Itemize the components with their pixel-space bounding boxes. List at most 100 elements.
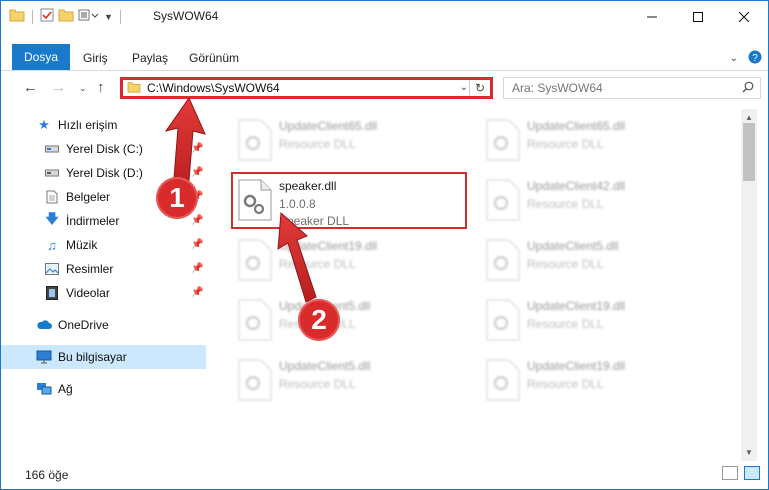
file-description: Resource DLL xyxy=(527,377,604,391)
expand-ribbon-icon[interactable]: ⌄ xyxy=(730,53,738,64)
dll-file-icon xyxy=(486,239,520,281)
tab-file[interactable]: Dosya xyxy=(12,44,70,70)
vertical-scrollbar[interactable]: ▲ ▼ xyxy=(741,109,757,461)
file-name: UpdateClient42.dll xyxy=(527,179,626,193)
view-switcher xyxy=(722,466,760,480)
file-item[interactable]: UpdateClient42.dll Resource DLL xyxy=(479,173,711,227)
folder-icon xyxy=(127,81,141,96)
navigation-bar: ← → ⌄ ↑ C:\Windows\SysWOW64 ⌄ ↻ Ara: Sys… xyxy=(1,71,768,105)
help-icon[interactable]: ? xyxy=(748,50,762,67)
highlight-box-speaker-dll xyxy=(231,172,467,229)
search-placeholder[interactable]: Ara: SysWOW64 xyxy=(512,81,603,95)
window-title: SysWOW64 xyxy=(153,9,219,23)
pin-icon[interactable]: 📌 xyxy=(191,239,203,250)
customize-toolbar-icon[interactable] xyxy=(78,8,100,25)
sidebar-item-label: OneDrive xyxy=(58,318,109,332)
sidebar-item-label: Yerel Disk (C:) xyxy=(66,142,143,156)
pin-icon[interactable]: 📌 xyxy=(191,263,203,274)
forward-arrow-icon[interactable]: → xyxy=(51,79,66,96)
address-bar[interactable]: C:\Windows\SysWOW64 ⌄ ↻ xyxy=(120,77,493,99)
dll-file-icon xyxy=(238,239,272,281)
address-path[interactable]: C:\Windows\SysWOW64 xyxy=(147,81,280,95)
dll-file-icon xyxy=(486,359,520,401)
file-name: UpdateClient65.dll xyxy=(527,119,626,133)
sidebar-item-music[interactable]: ♫ Müzik 📌 xyxy=(1,233,206,257)
item-count: 166 öğe xyxy=(25,468,69,482)
sidebar-item-label: Ağ xyxy=(58,382,73,396)
documents-icon xyxy=(44,189,60,205)
file-name: UpdateClient5.dll xyxy=(279,359,371,373)
dll-file-icon xyxy=(238,299,272,341)
file-item[interactable]: UpdateClient5.dll Resource DLL xyxy=(231,353,463,407)
sidebar-item-onedrive[interactable]: OneDrive xyxy=(1,313,206,337)
file-description: Resource DLL xyxy=(527,257,604,271)
large-icons-view-icon[interactable] xyxy=(744,466,760,480)
pin-icon[interactable]: 📌 xyxy=(191,287,203,298)
sidebar-item-quick-access[interactable]: ★ Hızlı erişim xyxy=(1,113,206,137)
file-name: UpdateClient19.dll xyxy=(279,239,378,253)
file-name: UpdateClient5.dll xyxy=(527,239,619,253)
download-icon: 🡇 xyxy=(45,211,59,226)
sidebar-item-pictures[interactable]: Resimler 📌 xyxy=(1,257,206,281)
sidebar-item-this-pc[interactable]: Bu bilgisayar xyxy=(1,345,206,369)
scroll-thumb[interactable] xyxy=(743,123,755,181)
star-icon: ★ xyxy=(38,117,50,132)
step-1-badge: 1 xyxy=(156,177,198,219)
pin-icon[interactable]: 📌 xyxy=(191,215,203,226)
pin-icon[interactable]: 📌 xyxy=(191,143,203,154)
computer-icon xyxy=(36,349,52,365)
qat-dropdown-icon[interactable]: ▼ xyxy=(104,12,113,22)
file-item[interactable]: UpdateClient5.dll Resource DLL xyxy=(479,233,711,287)
network-icon xyxy=(36,381,52,397)
toolbar-divider xyxy=(32,9,33,24)
sidebar-item-label: İndirmeler xyxy=(66,214,120,228)
file-description: Resource DLL xyxy=(279,377,356,391)
dll-file-icon xyxy=(486,299,520,341)
search-box[interactable]: Ara: SysWOW64 xyxy=(503,77,761,99)
music-icon: ♫ xyxy=(47,237,57,253)
refresh-icon[interactable]: ↻ xyxy=(469,80,490,96)
tab-view[interactable]: Görünüm xyxy=(189,46,239,70)
title-bar: ▼ SysWOW64 xyxy=(1,1,768,32)
address-dropdown-icon[interactable]: ⌄ xyxy=(460,82,468,93)
details-view-icon[interactable] xyxy=(722,466,738,480)
ribbon-controls: ⌄ ? xyxy=(730,50,762,67)
sidebar-item-label: Hızlı erişim xyxy=(58,118,118,132)
back-arrow-icon[interactable]: ← xyxy=(23,79,38,96)
toolbar-divider xyxy=(119,9,121,24)
close-button[interactable] xyxy=(721,1,767,32)
ribbon-tabs: Dosya Giriş Paylaş Görünüm ⌄ ? xyxy=(1,44,768,71)
file-item[interactable]: UpdateClient65.dll Resource DLL xyxy=(231,113,463,167)
file-description: Resource DLL xyxy=(279,257,356,271)
file-item[interactable]: UpdateClient65.dll Resource DLL xyxy=(479,113,711,167)
pictures-icon xyxy=(44,261,60,277)
navigation-pane: ★ Hızlı erişim Yerel Disk (C:) 📌 Yerel D… xyxy=(1,109,206,461)
sidebar-item-videos[interactable]: Videolar 📌 xyxy=(1,281,206,305)
file-item[interactable]: UpdateClient19.dll Resource DLL xyxy=(231,233,463,287)
tab-share[interactable]: Paylaş xyxy=(132,46,168,70)
sidebar-item-label: Resimler xyxy=(66,262,114,276)
drive-icon xyxy=(44,165,60,181)
file-item[interactable]: UpdateClient19.dll Resource DLL xyxy=(479,353,711,407)
sidebar-item-label: Yerel Disk (D:) xyxy=(66,166,143,180)
scroll-down-icon[interactable]: ▼ xyxy=(745,448,753,457)
folder-icon xyxy=(9,8,25,25)
sidebar-item-label: Belgeler xyxy=(66,190,111,204)
up-arrow-icon[interactable]: ↑ xyxy=(97,79,105,96)
cloud-icon xyxy=(36,317,52,333)
file-item[interactable]: UpdateClient5.dll Resource DLL xyxy=(231,293,463,347)
scroll-up-icon[interactable]: ▲ xyxy=(745,113,753,122)
recent-locations-icon[interactable]: ⌄ xyxy=(79,83,87,94)
minimize-button[interactable] xyxy=(629,1,675,32)
maximize-button[interactable] xyxy=(675,1,721,32)
tab-home[interactable]: Giriş xyxy=(83,46,108,70)
sidebar-item-disk-c[interactable]: Yerel Disk (C:) 📌 xyxy=(1,137,206,161)
pin-icon[interactable]: 📌 xyxy=(191,167,203,178)
svg-text:?: ? xyxy=(752,53,758,64)
properties-icon[interactable] xyxy=(40,8,54,25)
file-name: UpdateClient19.dll xyxy=(527,299,626,313)
sidebar-item-network[interactable]: Ağ xyxy=(1,377,206,401)
new-folder-icon[interactable] xyxy=(58,8,74,25)
sidebar-item-label: Bu bilgisayar xyxy=(58,350,127,364)
file-item[interactable]: UpdateClient19.dll Resource DLL xyxy=(479,293,711,347)
